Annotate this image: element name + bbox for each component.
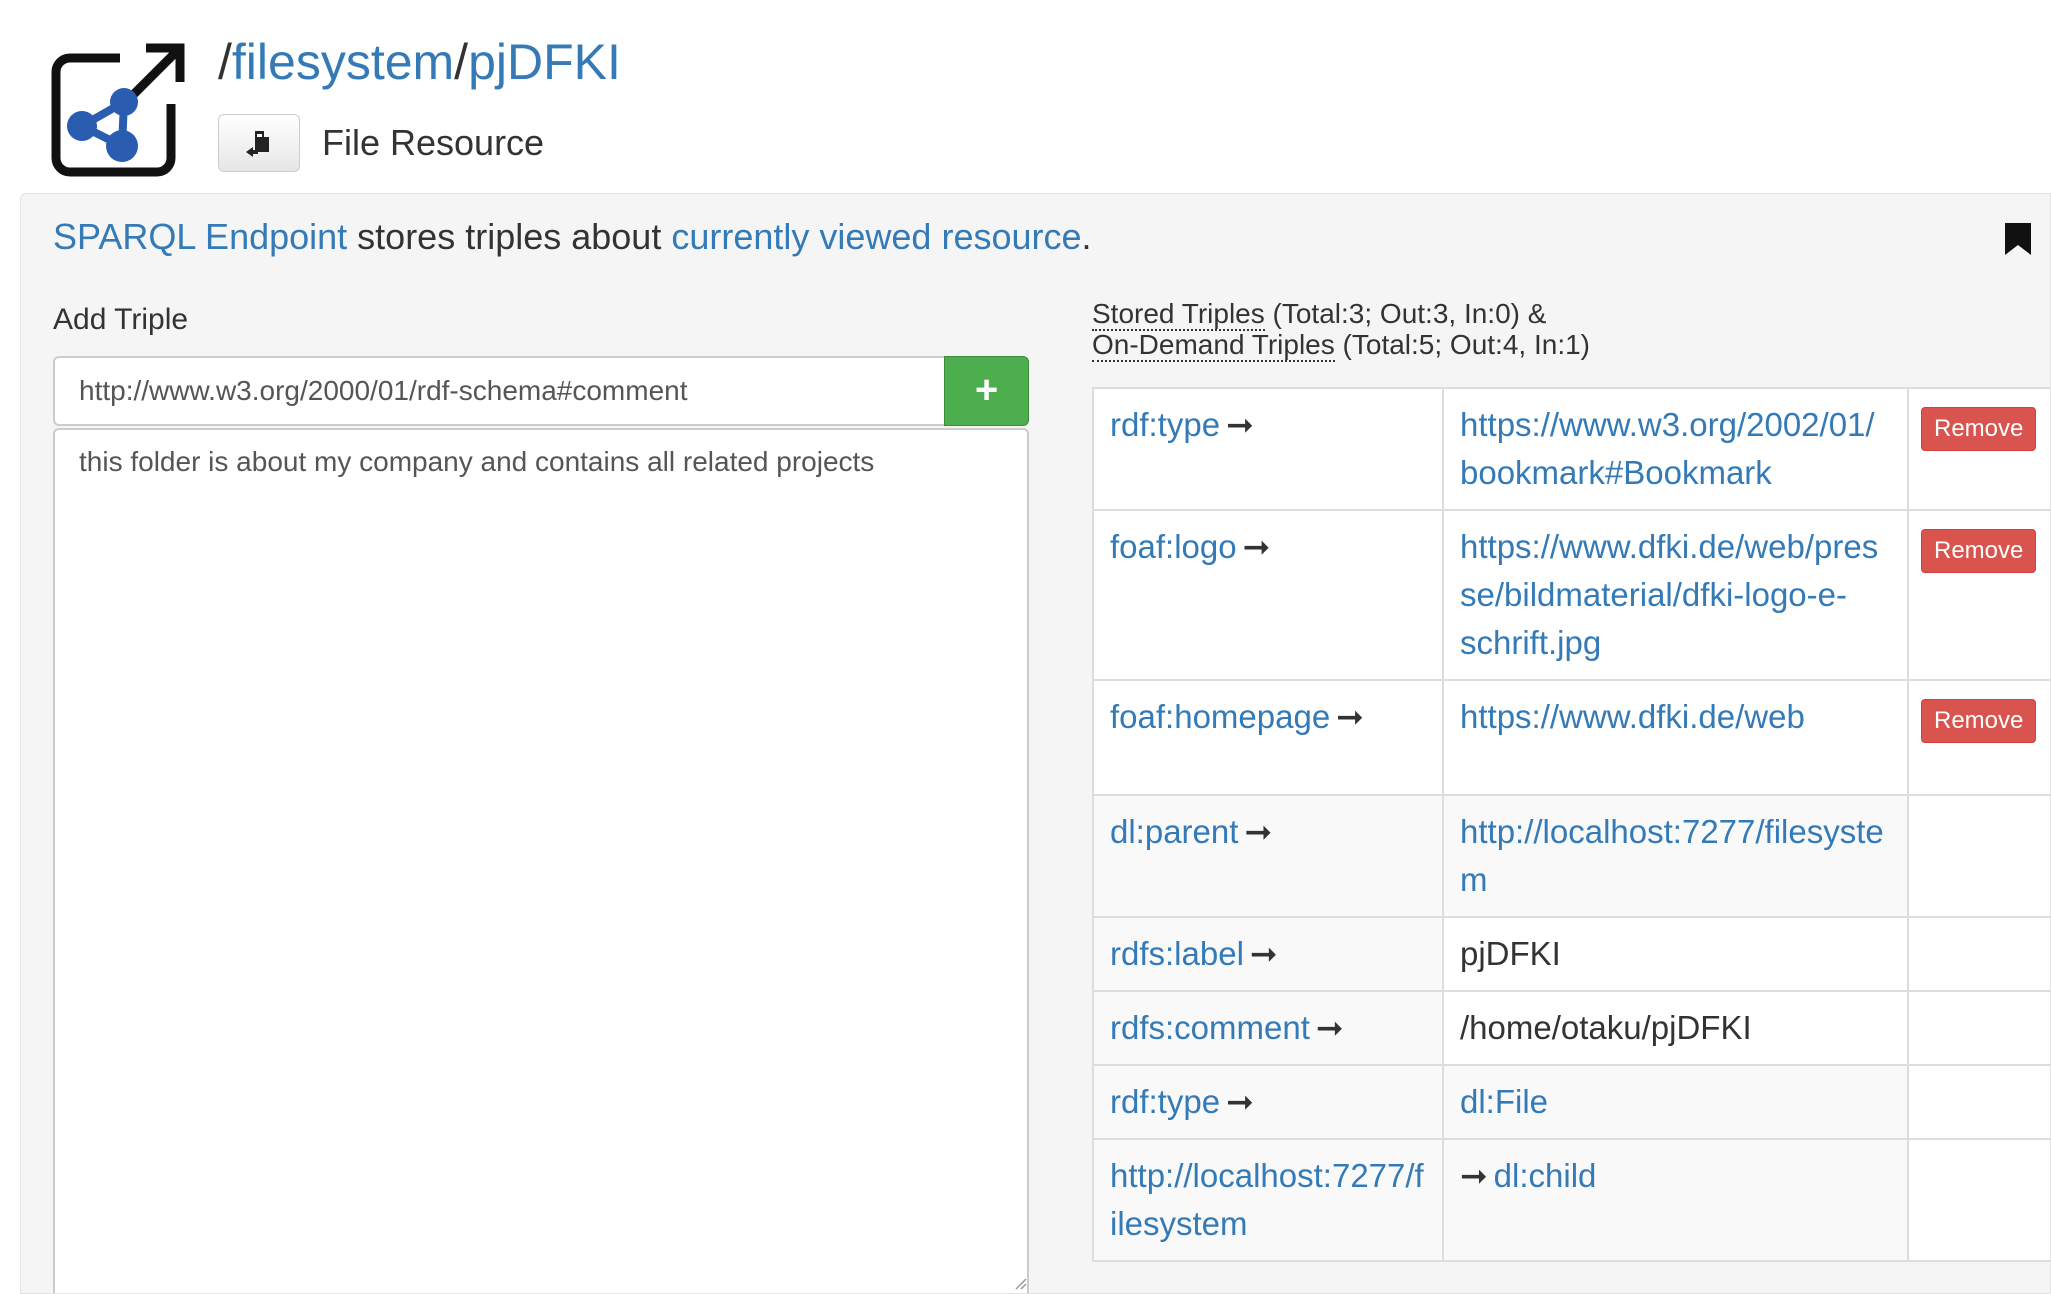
ondemand-triple-row: rdfs:label ➞ pjDFKI (1092, 916, 2050, 992)
ondemand-triple-row: dl:parent ➞ http://localhost:7277/filesys… (1092, 794, 2050, 918)
bookmark-icon[interactable] (2003, 222, 2033, 256)
resource-path-title: /filesystem/pjDFKI (218, 30, 621, 94)
path-segment-current[interactable]: pjDFKI (468, 34, 621, 90)
stored-triple-row: foaf:logo ➞ https://www.dfki.de/web/press… (1092, 509, 2050, 681)
ondemand-incoming-triple-row: http://localhost:7277/filesystem ➞ dl:chi… (1092, 1138, 2050, 1262)
predicate-cell: rdf:type ➞ (1092, 1064, 1444, 1140)
object-textarea[interactable]: this folder is about my company and cont… (53, 428, 1029, 1293)
object-cell: pjDFKI (1442, 916, 1909, 992)
triples-panel: SPARQL Endpoint stores triples about cur… (20, 193, 2051, 1294)
linked-data-app-logo-icon (51, 42, 186, 177)
arrow-right-icon: ➞ (1226, 1083, 1254, 1120)
add-triple-heading: Add Triple (53, 303, 189, 336)
predicate-link[interactable]: dl:parent (1110, 813, 1238, 850)
intro-middle-text: stores triples about (347, 216, 672, 257)
ondemand-triple-row: rdfs:comment ➞ /home/otaku/pjDFKI (1092, 990, 2050, 1066)
stored-triple-row: foaf:homepage ➞ https://www.dfki.de/web R… (1092, 679, 2050, 796)
ondemand-triple-row: rdf:type ➞ dl:File (1092, 1064, 2050, 1140)
predicate-cell: rdfs:comment ➞ (1092, 990, 1444, 1066)
object-link[interactable]: http://localhost:7277/filesystem (1460, 813, 1884, 898)
endpoint-info-text: SPARQL Endpoint stores triples about cur… (53, 212, 1092, 262)
resource-header: /filesystem/pjDFKI File Resource (0, 0, 2051, 190)
object-literal: pjDFKI (1460, 935, 1561, 972)
object-link[interactable]: https://www.dfki.de/web/presse/bildmater… (1460, 528, 1878, 661)
subject-link[interactable]: http://localhost:7277/filesystem (1110, 1157, 1424, 1242)
object-cell: https://www.w3.org/2002/01/bookmark#Book… (1442, 387, 1909, 511)
add-triple-button[interactable]: + (944, 356, 1029, 426)
action-cell (1907, 916, 2050, 992)
predicate-link[interactable]: foaf:logo (1110, 528, 1237, 565)
action-cell: Remove (1907, 387, 2050, 511)
arrow-right-icon: ➞ (1315, 1009, 1344, 1046)
resource-type-label: File Resource (322, 122, 545, 163)
predicate-input[interactable] (53, 356, 945, 426)
current-resource-link[interactable]: currently viewed resource (671, 216, 1081, 257)
object-cell: http://localhost:7277/filesystem (1442, 794, 1909, 918)
path-separator: / (454, 34, 469, 90)
arrow-right-icon: ➞ (1249, 935, 1278, 972)
predicate-link[interactable]: foaf:homepage (1110, 698, 1330, 735)
arrow-right-icon: ➞ (1226, 406, 1254, 443)
predicate-cell: rdfs:label ➞ (1092, 916, 1444, 992)
predicate-cell: rdf:type ➞ (1092, 387, 1444, 511)
object-cell: https://www.dfki.de/web (1442, 679, 1909, 796)
stored-triples-counts: (Total:3; Out:3, In:0) & (1264, 298, 1547, 329)
predicate-link[interactable]: dl:child (1494, 1157, 1597, 1194)
triples-table: rdf:type ➞ https://www.w3.org/2002/01/boo… (1092, 387, 2050, 1262)
sparql-endpoint-link[interactable]: SPARQL Endpoint (53, 216, 347, 257)
file-plugin-icon (246, 131, 269, 157)
predicate-cell: foaf:logo ➞ (1092, 509, 1444, 681)
action-cell (1907, 1138, 2050, 1262)
stored-triple-row: rdf:type ➞ https://www.w3.org/2002/01/boo… (1092, 387, 2050, 511)
ondemand-triples-counts: (Total:5; Out:4, In:1) (1334, 329, 1590, 360)
arrow-right-icon: ➞ (1244, 813, 1273, 850)
action-cell (1907, 990, 2050, 1066)
ondemand-triples-label: On-Demand Triples (1092, 329, 1335, 362)
predicate-link[interactable]: rdfs:comment (1110, 1009, 1310, 1046)
predicate-link[interactable]: rdf:type (1110, 406, 1220, 443)
object-link[interactable]: dl:File (1460, 1083, 1548, 1120)
resource-type-button[interactable] (218, 114, 300, 172)
action-cell: Remove (1907, 509, 2050, 681)
object-cell: https://www.dfki.de/web/presse/bildmater… (1442, 509, 1909, 681)
object-cell: /home/otaku/pjDFKI (1442, 990, 1909, 1066)
path-root-separator: / (218, 34, 232, 90)
action-cell (1907, 1064, 2050, 1140)
remove-triple-button[interactable]: Remove (1921, 407, 2037, 451)
predicate-cell: dl:parent ➞ (1092, 794, 1444, 918)
remove-triple-button[interactable]: Remove (1921, 699, 2037, 743)
action-cell (1907, 794, 2050, 918)
predicate-cell: foaf:homepage ➞ (1092, 679, 1444, 796)
subject-cell: http://localhost:7277/filesystem (1092, 1138, 1444, 1262)
remove-triple-button[interactable]: Remove (1921, 529, 2037, 573)
predicate-link[interactable]: rdf:type (1110, 1083, 1220, 1120)
object-literal: /home/otaku/pjDFKI (1460, 1009, 1752, 1046)
arrow-right-icon: ➞ (1460, 1157, 1488, 1194)
object-link[interactable]: https://www.w3.org/2002/01/bookmark#Book… (1460, 406, 1875, 491)
object-cell: dl:File (1442, 1064, 1909, 1140)
arrow-right-icon: ➞ (1242, 528, 1271, 565)
arrow-right-icon: ➞ (1336, 698, 1364, 735)
stored-triples-label: Stored Triples (1092, 298, 1265, 331)
triples-summary: Stored Triples (Total:3; Out:3, In:0) & … (1092, 298, 1590, 362)
path-segment-filesystem[interactable]: filesystem (232, 34, 454, 90)
resize-grip-icon[interactable] (1013, 1276, 1027, 1290)
object-link[interactable]: https://www.dfki.de/web (1460, 698, 1805, 735)
predicate-cell: ➞ dl:child (1442, 1138, 1909, 1262)
predicate-link[interactable]: rdfs:label (1110, 935, 1244, 972)
action-cell: Remove (1907, 679, 2050, 796)
intro-end-text: . (1081, 216, 1092, 257)
